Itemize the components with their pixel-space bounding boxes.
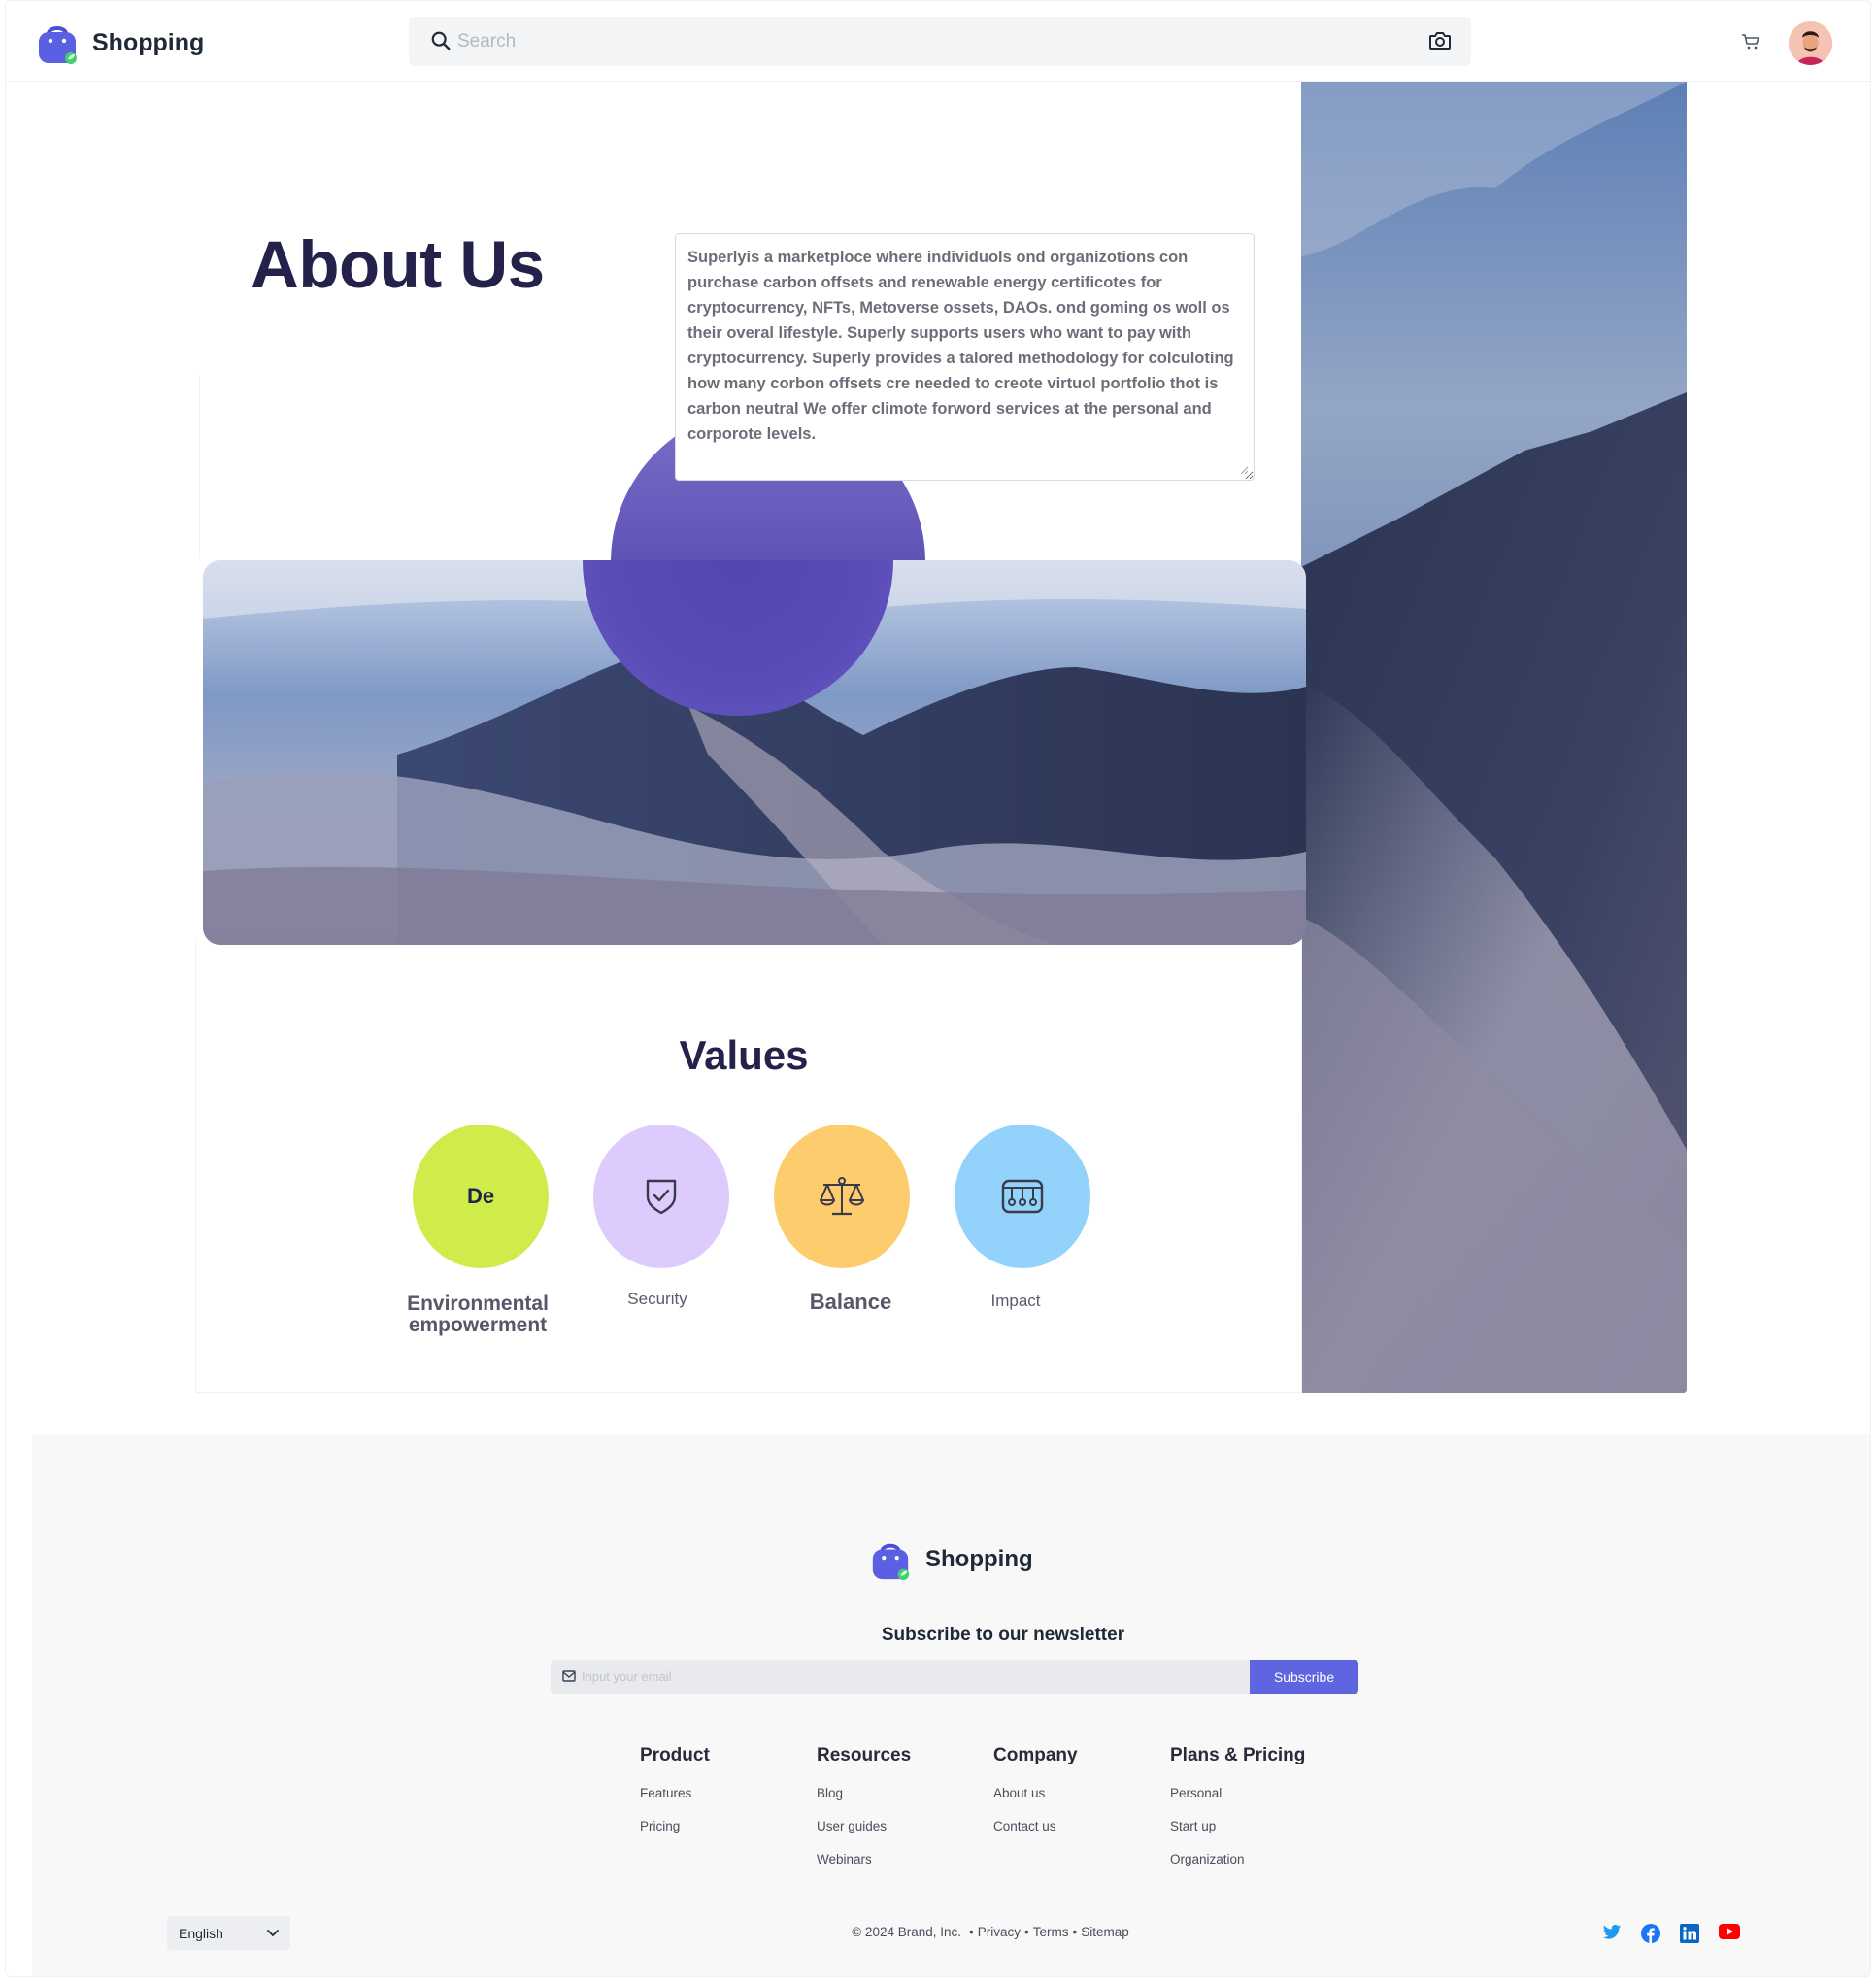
footer-column-title: Resources [817,1745,912,1765]
footer: Shopping Subscribe to our newsletter Sub… [32,1434,1870,1976]
value-initials: De [466,1184,495,1208]
sitemap-link[interactable]: Sitemap [1081,1925,1129,1939]
values-title: Values [679,1032,809,1078]
value-label-security: Security [627,1290,687,1308]
footer-brand-name: Shopping [925,1546,1033,1572]
shopping-bag-logo-icon [39,26,77,64]
search-bar [409,17,1471,66]
footer-link-about-us[interactable]: About us [993,1777,1078,1810]
resize-handle-icon[interactable] [1239,465,1249,475]
footer-link-pricing[interactable]: Pricing [640,1810,710,1843]
newsletter-title: Subscribe to our newsletter [881,1625,1125,1645]
value-label-impact: Impact [990,1292,1041,1310]
footer-column-title: Product [640,1745,710,1765]
brand-name: Shopping [92,28,205,56]
footer-column-plans-pricing: Plans & Pricing Personal Start up Organi… [1170,1745,1305,1876]
linkedin-icon[interactable] [1680,1924,1699,1943]
about-description-textarea[interactable]: Superlyis a marketploce where individuol… [675,233,1255,481]
facebook-icon[interactable] [1641,1924,1660,1943]
cart-icon[interactable] [1741,33,1760,50]
footer-column-resources: Resources Blog User guides Webinars [817,1745,911,1876]
value-security-circle [593,1125,729,1268]
email-input[interactable] [582,1660,1242,1694]
language-select[interactable]: English [167,1916,290,1950]
search-icon [431,31,451,50]
page-frame: Shopping Search About Us Superlyis a mar… [5,0,1871,1977]
twitter-icon[interactable] [1602,1924,1622,1941]
brand-logo[interactable]: Shopping [36,20,204,65]
language-value: English [179,1925,223,1941]
divider [199,375,200,559]
values-panel [195,938,1302,1393]
footer-link-webinars[interactable]: Webinars [817,1843,911,1876]
footer-link-organization[interactable]: Organization [1170,1843,1305,1876]
about-us-title: About Us [251,227,545,302]
copyright-text: © 2024 Brand, Inc. [852,1925,962,1939]
social-links [1602,1924,1740,1943]
footer-link-features[interactable]: Features [640,1777,710,1810]
shield-check-icon [646,1179,677,1215]
email-field-wrapper [551,1660,1250,1694]
impact-icon [1001,1179,1044,1214]
terms-link[interactable]: Terms [1033,1925,1069,1939]
shopping-bag-logo-icon [872,1543,910,1581]
footer-column-product: Product Features Pricing [640,1745,710,1843]
search-input[interactable] [457,17,1380,66]
mail-icon [562,1670,576,1682]
subscribe-button[interactable]: Subscribe [1250,1660,1358,1694]
legal-bar: © 2024 Brand, Inc. • Privacy • Terms • Sitemap [852,1925,1129,1939]
user-avatar[interactable] [1789,21,1832,65]
value-environmental-circle: De [413,1125,549,1268]
scale-icon [820,1177,864,1216]
value-label-environmental: Environmental empowerment [407,1293,549,1336]
chevron-down-icon [267,1929,279,1936]
mountain-image-right [1301,82,1687,1393]
footer-brand-logo[interactable]: Shopping [869,1538,1033,1581]
value-label-balance: Balance [809,1290,892,1314]
footer-column-company: Company About us Contact us [993,1745,1078,1843]
footer-link-start-up[interactable]: Start up [1170,1810,1305,1843]
footer-link-blog[interactable]: Blog [817,1777,911,1810]
value-balance-circle [774,1125,910,1268]
value-impact-circle [955,1125,1090,1268]
top-navbar: Shopping [6,1,1870,82]
footer-link-contact-us[interactable]: Contact us [993,1810,1078,1843]
footer-column-title: Company [993,1745,1078,1765]
footer-link-user-guides[interactable]: User guides [817,1810,911,1843]
privacy-link[interactable]: Privacy [978,1925,1021,1939]
footer-link-personal[interactable]: Personal [1170,1777,1305,1810]
camera-icon[interactable] [1428,30,1452,51]
youtube-icon[interactable] [1719,1924,1740,1939]
footer-column-title: Plans & Pricing [1170,1745,1306,1765]
